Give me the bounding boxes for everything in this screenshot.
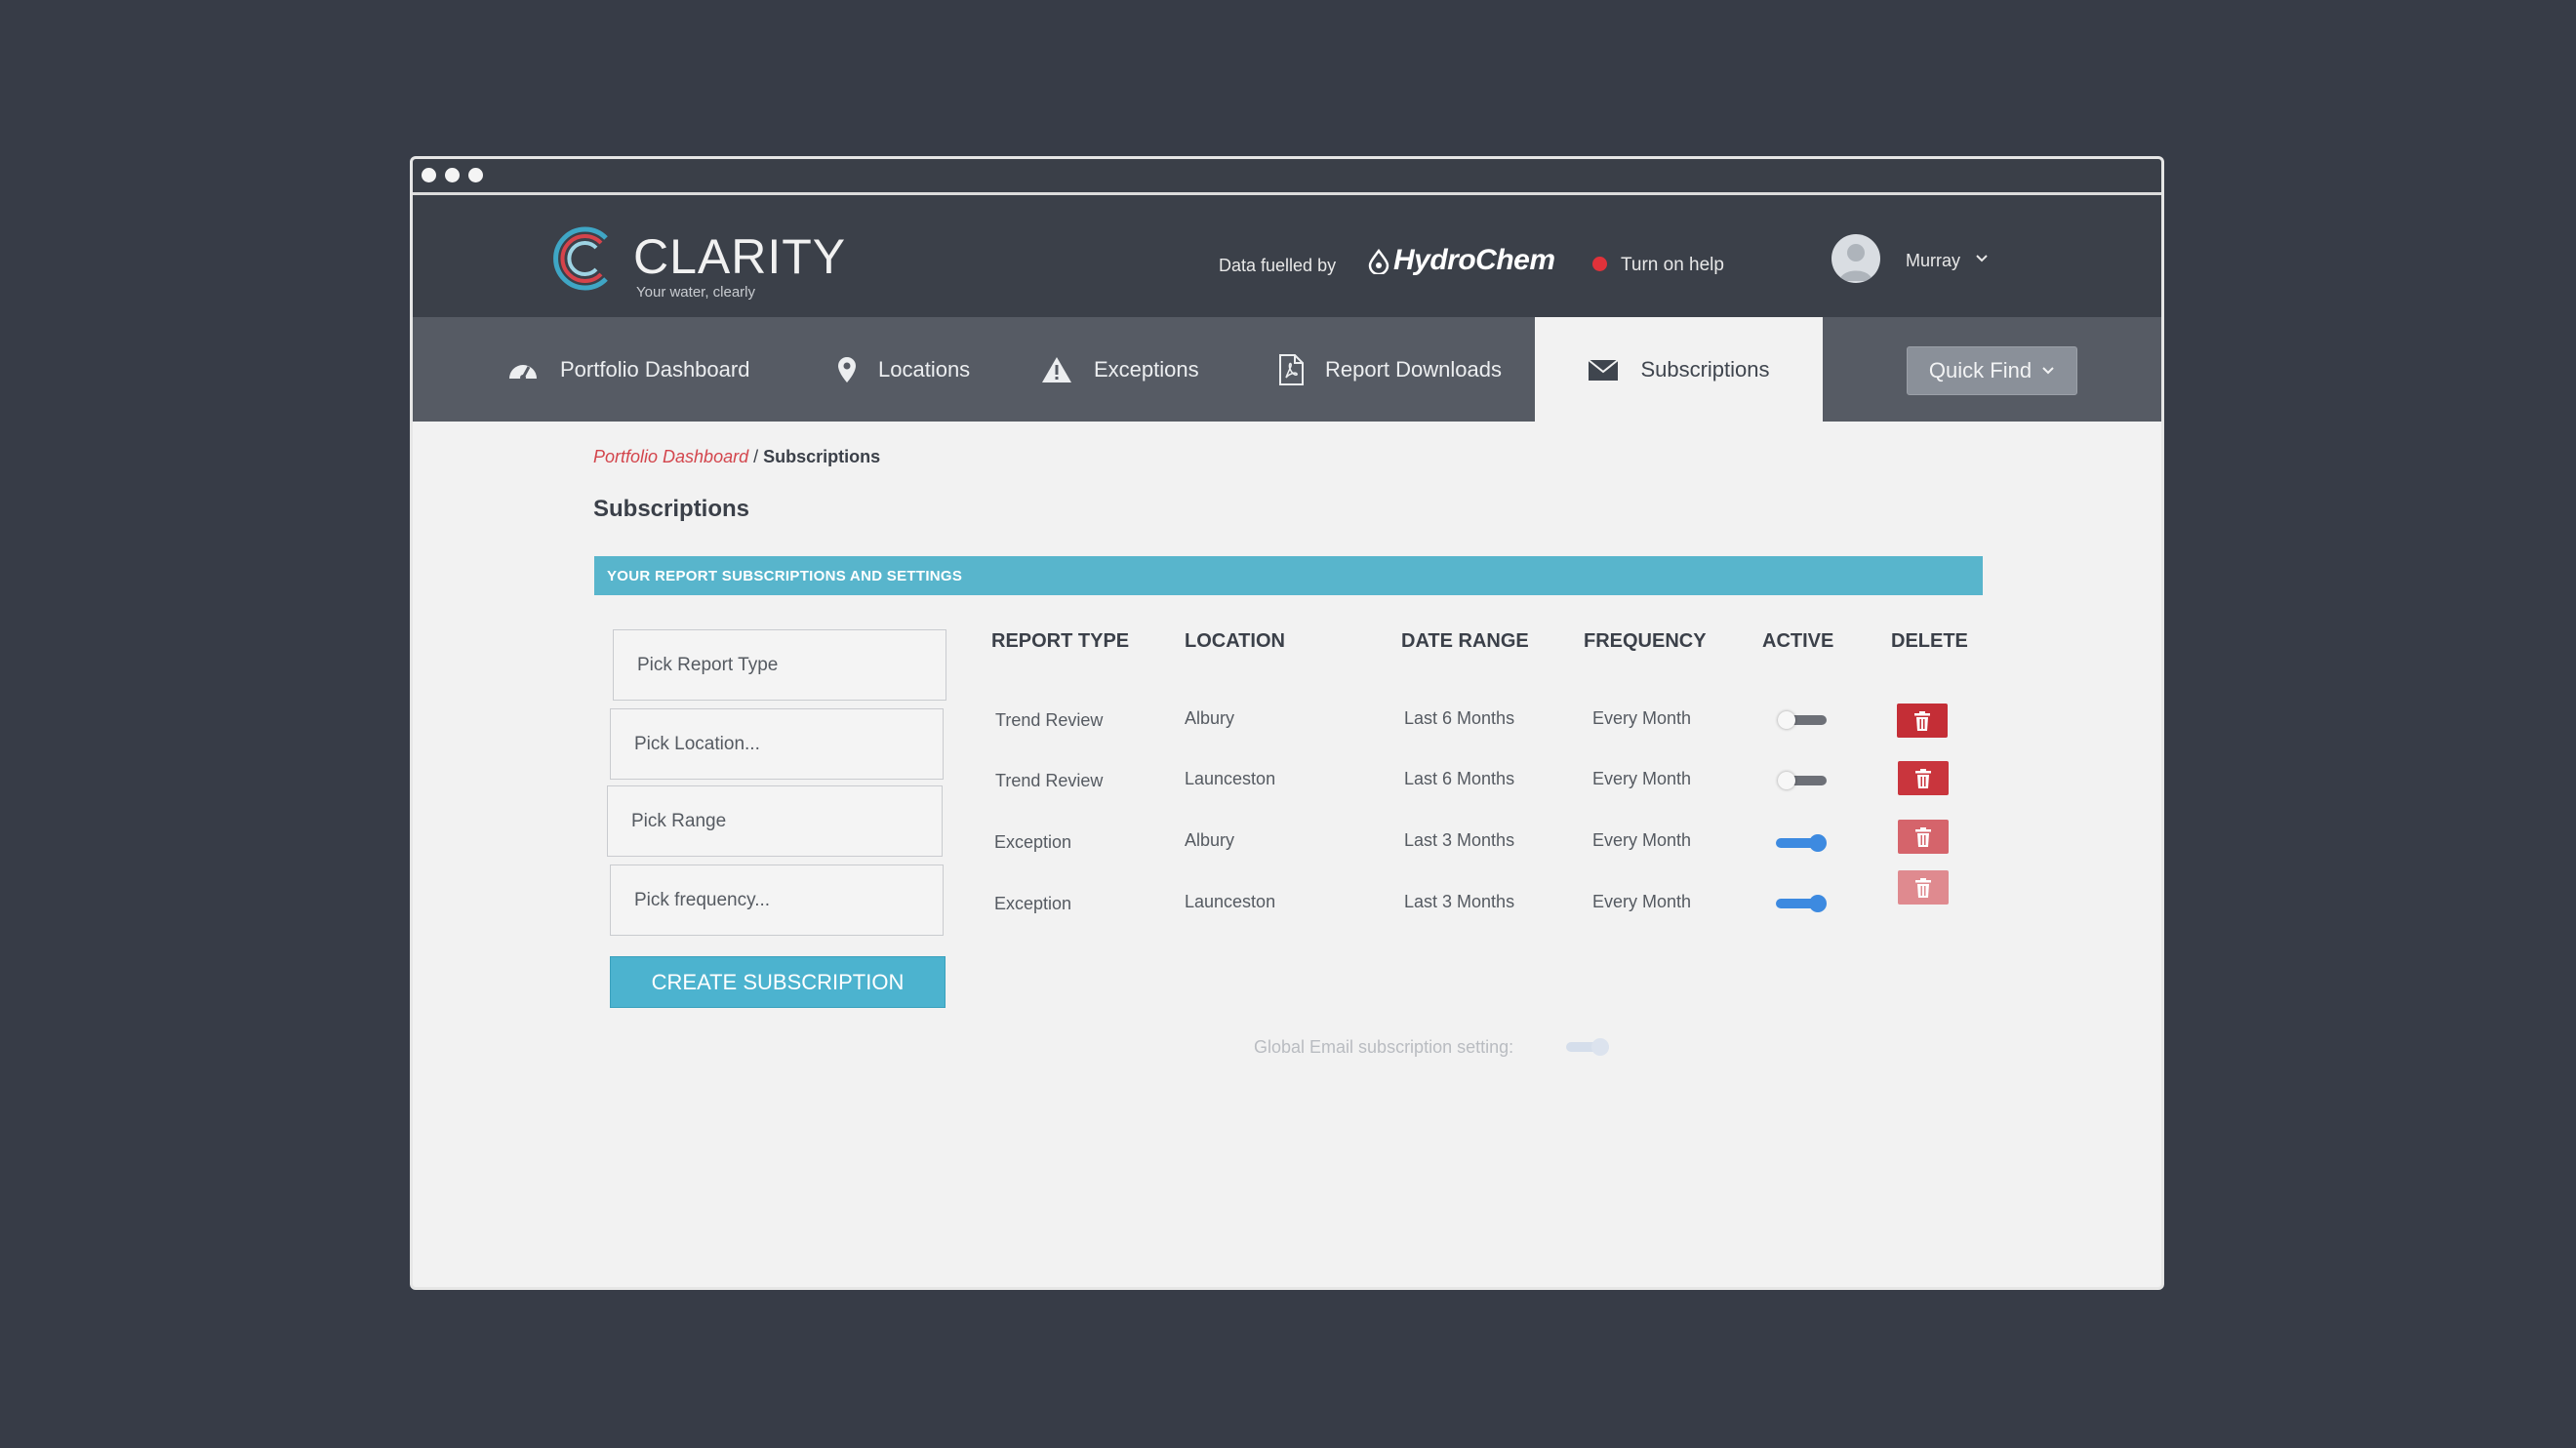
warning-triangle-icon xyxy=(1041,356,1072,383)
window-control-dot[interactable] xyxy=(445,168,460,182)
envelope-icon xyxy=(1588,358,1620,382)
nav-item-exceptions[interactable]: Exceptions xyxy=(1041,317,1199,422)
delete-button[interactable] xyxy=(1898,870,1949,905)
browser-window: CLARITY Your water, clearly Data fuelled… xyxy=(410,156,2164,1290)
user-silhouette-icon xyxy=(1839,244,1872,281)
cell-frequency: Every Month xyxy=(1592,892,1692,911)
breadcrumb-link-portfolio-dashboard[interactable]: Portfolio Dashboard xyxy=(593,447,748,466)
brand-name: CLARITY xyxy=(633,229,847,284)
trash-icon xyxy=(1915,826,1931,847)
cell-date-range: Last 6 Months xyxy=(1404,769,1515,788)
active-toggle[interactable] xyxy=(1776,709,1831,731)
quick-find-dropdown[interactable]: Quick Find xyxy=(1907,346,2077,395)
create-subscription-button[interactable]: CREATE SUBSCRIPTION xyxy=(610,956,946,1008)
panel-header: YOUR REPORT SUBSCRIPTIONS AND SETTINGS xyxy=(594,556,1983,595)
cell-location: Albury xyxy=(1185,830,1235,850)
frequency-select[interactable]: Pick frequency... xyxy=(610,865,944,936)
chevron-down-icon[interactable] xyxy=(1975,252,1989,265)
range-select[interactable]: Pick Range xyxy=(607,785,943,857)
column-header-active: ACTIVE xyxy=(1762,630,1834,652)
clarity-logo-icon xyxy=(553,226,608,291)
trash-icon xyxy=(1915,877,1931,898)
delete-button[interactable] xyxy=(1897,704,1948,738)
breadcrumb-separator: / xyxy=(748,447,764,466)
delete-button[interactable] xyxy=(1898,820,1949,854)
nav-item-portfolio-dashboard[interactable]: Portfolio Dashboard xyxy=(507,317,749,422)
trash-icon xyxy=(1914,710,1930,731)
dashboard-gauge-icon xyxy=(507,357,539,382)
nav-label: Portfolio Dashboard xyxy=(560,356,750,382)
data-fuelled-label: Data fuelled by xyxy=(1219,256,1337,275)
help-status-dot xyxy=(1592,257,1607,271)
turn-on-help-link[interactable]: Turn on help xyxy=(1621,255,1724,276)
cell-location: Launceston xyxy=(1185,892,1276,911)
brand-tagline: Your water, clearly xyxy=(636,284,756,301)
location-select[interactable]: Pick Location... xyxy=(610,708,944,780)
cell-frequency: Every Month xyxy=(1592,830,1692,850)
pdf-file-icon xyxy=(1278,353,1304,385)
cell-date-range: Last 3 Months xyxy=(1404,892,1515,911)
cell-report-type: Trend Review xyxy=(995,771,1104,790)
nav-label: Report Downloads xyxy=(1325,356,1502,382)
active-toggle[interactable] xyxy=(1774,893,1829,914)
cell-location: Albury xyxy=(1185,708,1235,728)
user-menu[interactable]: Murray xyxy=(1906,251,1960,271)
nav-item-report-downloads[interactable]: Report Downloads xyxy=(1278,317,1502,422)
cell-frequency: Every Month xyxy=(1592,708,1692,728)
column-header-frequency: FREQUENCY xyxy=(1584,630,1707,652)
page-title: Subscriptions xyxy=(593,496,750,522)
quick-find-label: Quick Find xyxy=(1928,358,2033,382)
active-toggle[interactable] xyxy=(1776,770,1831,791)
cell-location: Launceston xyxy=(1185,769,1276,788)
column-header-delete: DELETE xyxy=(1891,630,1968,652)
report-type-select[interactable]: Pick Report Type xyxy=(613,629,946,701)
window-control-dot[interactable] xyxy=(422,168,436,182)
window-chrome-bar xyxy=(413,159,2161,195)
breadcrumb-current: Subscriptions xyxy=(763,447,881,466)
breadcrumb: Portfolio Dashboard / Subscriptions xyxy=(593,447,880,467)
main-nav: Portfolio Dashboard Locations Exceptions xyxy=(413,317,2161,422)
chevron-down-icon xyxy=(2042,367,2054,375)
nav-item-locations[interactable]: Locations xyxy=(837,317,970,422)
map-pin-icon xyxy=(837,356,857,383)
trash-icon xyxy=(1915,768,1931,788)
avatar[interactable] xyxy=(1831,234,1880,283)
app-header: CLARITY Your water, clearly Data fuelled… xyxy=(413,195,2161,317)
global-email-toggle[interactable] xyxy=(1562,1037,1619,1057)
cell-report-type: Exception xyxy=(994,832,1072,852)
nav-label: Subscriptions xyxy=(1640,356,1770,382)
cell-date-range: Last 6 Months xyxy=(1404,708,1515,728)
window-control-dot[interactable] xyxy=(468,168,483,182)
nav-item-subscriptions[interactable]: Subscriptions xyxy=(1535,317,1823,422)
partner-name: HydroChem xyxy=(1393,244,1555,276)
delete-button[interactable] xyxy=(1898,761,1949,795)
nav-label: Exceptions xyxy=(1094,356,1199,382)
hydrochem-logo-icon xyxy=(1368,249,1389,274)
nav-label: Locations xyxy=(878,356,971,382)
cell-frequency: Every Month xyxy=(1592,769,1692,788)
global-email-setting-label: Global Email subscription setting: xyxy=(1254,1037,1514,1057)
cell-report-type: Exception xyxy=(994,894,1072,913)
column-header-location: LOCATION xyxy=(1185,630,1285,652)
column-header-report-type: REPORT TYPE xyxy=(991,630,1130,652)
active-toggle[interactable] xyxy=(1774,832,1829,854)
cell-date-range: Last 3 Months xyxy=(1404,830,1515,850)
column-header-date-range: DATE RANGE xyxy=(1401,630,1529,652)
cell-report-type: Trend Review xyxy=(995,710,1104,730)
